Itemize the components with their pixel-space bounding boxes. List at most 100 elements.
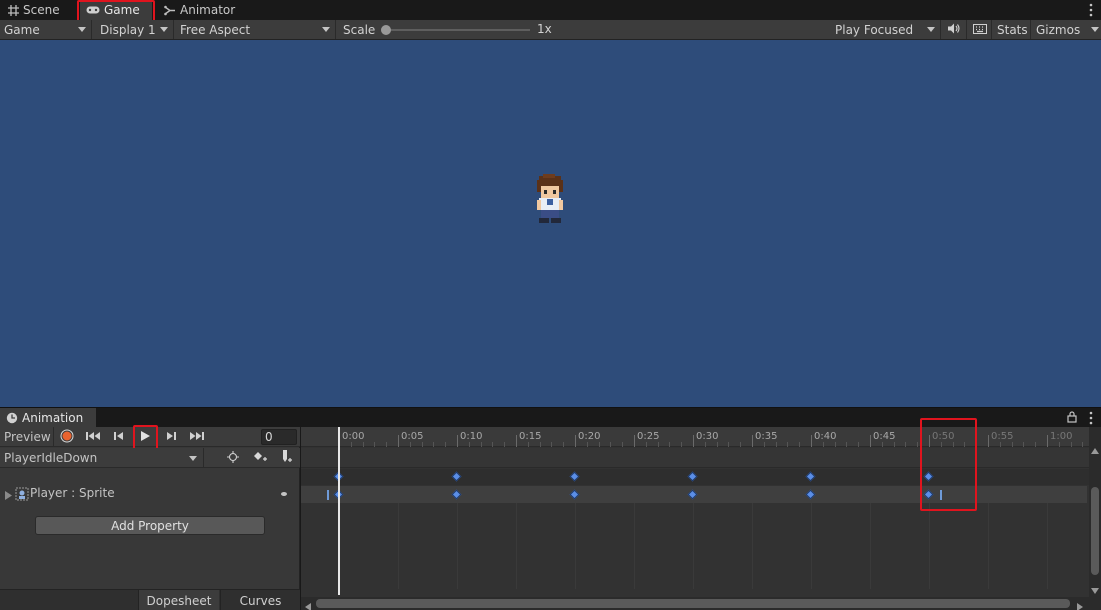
ruler-tick — [929, 435, 930, 447]
ruler-subtick — [881, 442, 883, 447]
last-keyframe-button[interactable] — [186, 428, 208, 446]
keyboard-shortcuts-button[interactable] — [968, 20, 992, 39]
gizmos-label: Gizmos — [1036, 22, 1081, 37]
scroll-right-arrow-icon[interactable] — [1077, 600, 1083, 610]
gizmos-dropdown[interactable]: Gizmos — [1032, 20, 1101, 39]
timeline-gridline — [929, 503, 930, 589]
sprite-renderer-icon — [15, 487, 29, 504]
clip-selector-row: PlayerIdleDown — [0, 448, 300, 468]
expand-arrow-icon[interactable] — [5, 489, 12, 503]
ruler-tick-label: 0:35 — [755, 431, 778, 442]
time-ruler[interactable]: 0:00 0:05 0:10 0:15 0:20 0:25 0:30 0:35 0:40 0:45… — [301, 427, 1096, 447]
lock-icon[interactable] — [1067, 411, 1077, 426]
ruler-tick — [516, 435, 517, 447]
playhead[interactable] — [338, 427, 340, 595]
ruler-tick-label: 0:30 — [696, 431, 719, 442]
tab-game[interactable]: Game — [80, 0, 152, 20]
tab-game-label: Game — [104, 3, 140, 17]
grid-icon — [8, 4, 19, 16]
add-event-button[interactable] — [276, 449, 298, 467]
ruler-subtick — [952, 442, 954, 447]
timeline-gridline — [457, 503, 458, 589]
view-mode-dropdown[interactable]: Game — [0, 20, 92, 39]
editor-tab-bar: Scene Game Animator — [0, 0, 1101, 20]
ruler-subtick — [763, 442, 765, 447]
ruler-subtick — [598, 442, 600, 447]
more-options-icon[interactable] — [1089, 411, 1093, 428]
event-row[interactable] — [301, 448, 1091, 468]
scroll-down-arrow-icon[interactable] — [1091, 583, 1099, 594]
ruler-subtick — [433, 442, 435, 447]
ruler-subtick — [563, 442, 565, 447]
step-back-icon — [114, 430, 124, 444]
chevron-down-icon — [160, 27, 168, 32]
chevron-down-icon — [189, 456, 197, 461]
animation-tab-label: Animation — [22, 411, 84, 425]
ruler-subtick — [1011, 442, 1013, 447]
tab-curves[interactable]: Curves — [220, 590, 300, 610]
aspect-dropdown[interactable]: Free Aspect — [176, 20, 336, 39]
add-keyframe-button[interactable] — [249, 449, 271, 467]
display-dropdown[interactable]: Display 1 — [96, 20, 174, 39]
ruler-subtick — [468, 442, 470, 447]
filter-by-selection-button[interactable] — [222, 449, 244, 467]
frame-field[interactable]: 0 — [261, 429, 297, 445]
stats-button[interactable]: Stats — [993, 20, 1031, 39]
property-options-icon[interactable] — [281, 492, 287, 496]
ruler-subtick — [645, 442, 647, 447]
timeline-gridline — [752, 503, 753, 589]
property-label: Player : Sprite — [30, 486, 115, 500]
scale-slider-track[interactable] — [386, 29, 530, 31]
horizontal-scrollbar[interactable] — [301, 597, 1091, 610]
ruler-subtick — [716, 442, 718, 447]
ruler-subtick — [551, 442, 553, 447]
preview-toggle[interactable]: Preview — [0, 427, 54, 447]
chevron-down-icon — [1091, 27, 1099, 32]
next-keyframe-button[interactable] — [160, 428, 182, 446]
ruler-subtick — [740, 442, 742, 447]
ruler-subtick — [704, 442, 706, 447]
gamepad-icon — [86, 5, 100, 15]
ruler-tick-label: 0:05 — [401, 431, 424, 442]
tab-scene[interactable]: Scene — [2, 0, 70, 20]
scroll-left-arrow-icon[interactable] — [305, 600, 311, 610]
previous-keyframe-button[interactable] — [108, 428, 130, 446]
playback-controls: Preview 0 — [0, 427, 300, 447]
add-property-button[interactable]: Add Property — [35, 516, 265, 535]
game-toolbar: Game Display 1 Free Aspect Scale 1x Play… — [0, 20, 1101, 40]
tab-animation[interactable]: Animation — [0, 408, 96, 428]
ruler-tick — [1047, 435, 1048, 447]
play-icon — [140, 430, 150, 444]
vertical-scrollbar[interactable] — [1089, 427, 1101, 610]
first-keyframe-button[interactable] — [82, 428, 104, 446]
scroll-up-arrow-icon[interactable] — [1091, 443, 1099, 454]
ruler-subtick — [657, 442, 659, 447]
game-view[interactable] — [0, 40, 1101, 407]
mute-audio-button[interactable] — [943, 20, 967, 39]
property-row-player-sprite[interactable]: Player : Sprite — [0, 485, 300, 503]
tab-dopesheet[interactable]: Dopesheet — [138, 590, 219, 610]
play-mode-dropdown[interactable]: Play Focused — [831, 20, 941, 39]
timeline-gridline — [398, 503, 399, 589]
timeline-gridline — [516, 503, 517, 589]
ruler-subtick — [728, 442, 730, 447]
ruler-tick-label: 0:15 — [519, 431, 542, 442]
clip-dropdown[interactable]: PlayerIdleDown — [0, 448, 204, 468]
vertical-scroll-thumb[interactable] — [1091, 487, 1099, 575]
more-options-icon[interactable] — [1089, 3, 1093, 17]
record-button[interactable] — [56, 428, 78, 446]
dopesheet-timeline[interactable]: 0:00 0:05 0:10 0:15 0:20 0:25 0:30 0:35 0:40 0:45… — [301, 427, 1101, 610]
player-sprite — [533, 174, 567, 224]
animator-icon — [164, 5, 176, 16]
play-button[interactable] — [134, 428, 156, 446]
frame-value: 0 — [265, 430, 273, 444]
horizontal-scroll-thumb[interactable] — [316, 599, 1070, 608]
ruler-subtick — [799, 442, 801, 447]
ruler-tick-label: 0:40 — [814, 431, 837, 442]
tab-animator[interactable]: Animator — [158, 0, 238, 20]
ruler-subtick — [681, 442, 683, 447]
scale-slider-handle[interactable] — [381, 25, 391, 35]
ruler-subtick — [893, 442, 895, 447]
clip-end-marker — [940, 490, 942, 500]
ruler-subtick — [445, 442, 447, 447]
